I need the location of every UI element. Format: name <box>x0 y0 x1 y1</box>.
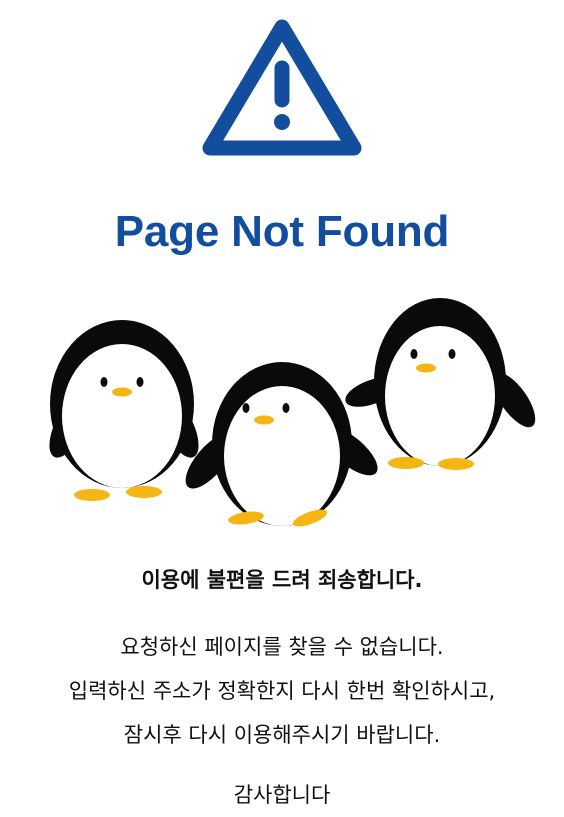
penguin-left-icon <box>49 320 199 501</box>
message-line: 입력하신 주소가 정확한지 다시 한번 확인하시고, <box>68 679 496 703</box>
error-message: 요청하신 페이지를 찾을 수 없습니다. 입력하신 주소가 정확한지 다시 한번… <box>0 625 564 757</box>
page-title: Page Not Found <box>114 207 450 256</box>
apology-text: 이용에 불편을 드려 죄송합니다. <box>141 568 423 592</box>
warning-triangle-icon <box>202 19 362 156</box>
penguin-middle-icon <box>185 362 378 527</box>
penguins-illustration <box>49 298 536 527</box>
penguin-right-icon <box>345 298 536 470</box>
not-found-page: Page Not Found 이용에 불편을 드려 죄송합니다. 요청하신 페이… <box>0 0 564 817</box>
message-line: 잠시후 다시 이용해주시기 바랍니다. <box>123 723 441 747</box>
message-line: 요청하신 페이지를 찾을 수 없습니다. <box>120 635 444 659</box>
thanks-text: 감사합니다 <box>233 783 331 807</box>
